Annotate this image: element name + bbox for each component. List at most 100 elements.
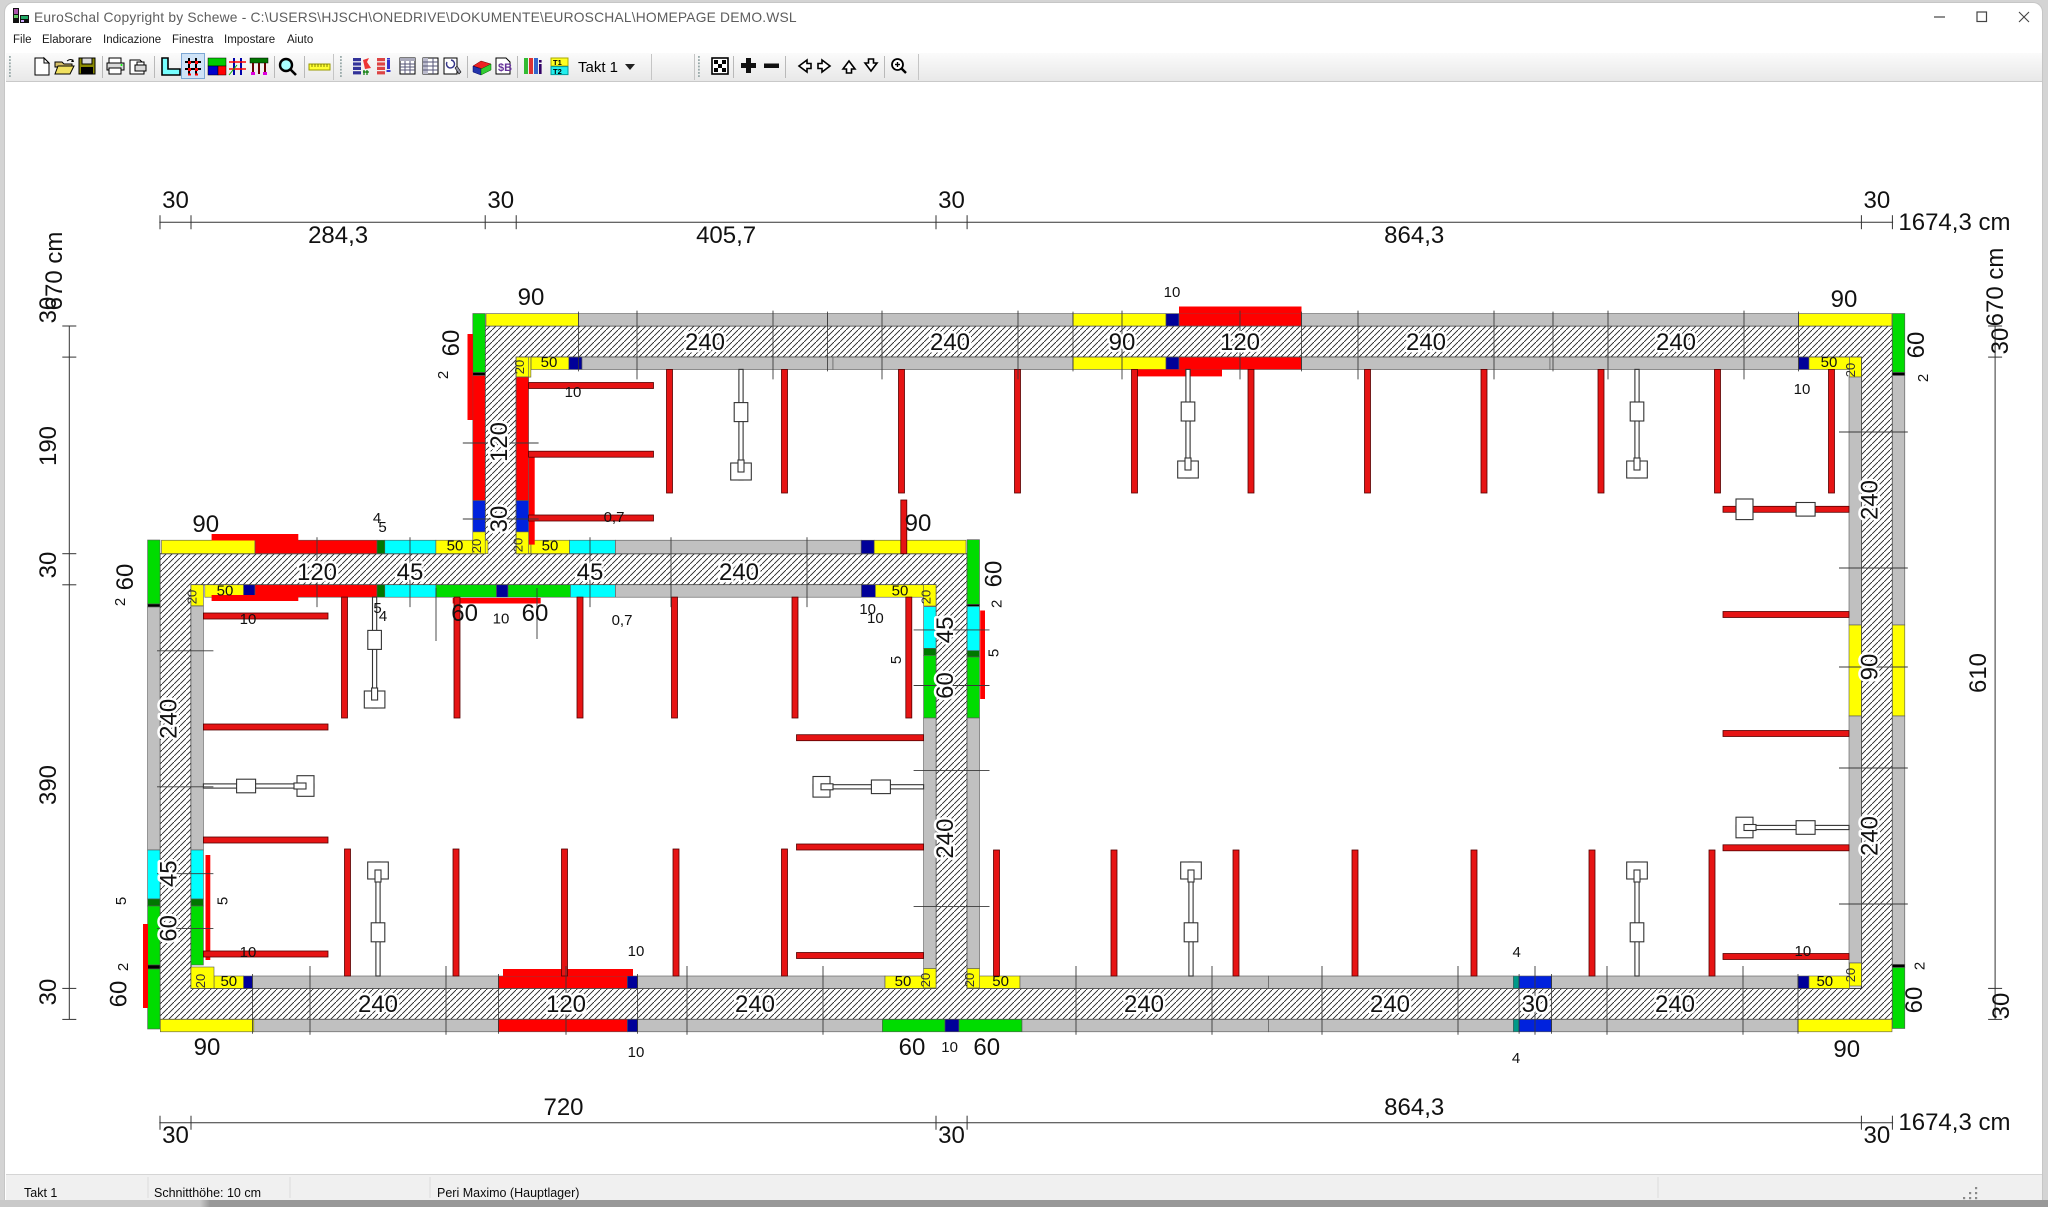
svg-text:5: 5: [985, 649, 1002, 657]
svg-text:60: 60: [899, 1034, 926, 1061]
svg-text:1674,3 cm: 1674,3 cm: [1898, 1109, 2010, 1136]
svg-text:10: 10: [240, 611, 257, 628]
svg-text:30: 30: [1864, 1122, 1891, 1149]
svg-text:60: 60: [973, 1034, 1000, 1061]
svg-text:10: 10: [565, 384, 582, 401]
svg-text:5: 5: [888, 656, 905, 664]
svg-text:240: 240: [156, 699, 183, 739]
svg-text:60: 60: [1903, 332, 1930, 359]
svg-text:50: 50: [217, 583, 234, 600]
svg-text:5: 5: [378, 519, 386, 536]
svg-text:240: 240: [1370, 991, 1410, 1018]
svg-text:240: 240: [1124, 991, 1164, 1018]
svg-text:10: 10: [628, 943, 645, 960]
svg-text:60: 60: [156, 915, 183, 942]
svg-text:4: 4: [379, 608, 387, 625]
svg-text:Takt 1: Takt 1: [578, 59, 618, 76]
svg-text:0,7: 0,7: [604, 509, 625, 526]
svg-text:50: 50: [892, 583, 909, 600]
svg-text:5: 5: [215, 897, 232, 905]
svg-text:30: 30: [487, 187, 514, 214]
svg-text:240: 240: [1857, 480, 1884, 520]
svg-text:120: 120: [486, 422, 513, 462]
svg-text:30: 30: [35, 552, 62, 579]
svg-text:20: 20: [1843, 363, 1858, 377]
svg-text:50: 50: [220, 973, 237, 990]
svg-text:20: 20: [193, 974, 208, 988]
svg-text:10: 10: [1795, 943, 1812, 960]
svg-text:30: 30: [1988, 993, 2015, 1020]
svg-text:45: 45: [397, 559, 424, 586]
svg-text:10: 10: [1794, 381, 1811, 398]
svg-text:60: 60: [1901, 987, 1928, 1014]
svg-text:45: 45: [932, 617, 959, 644]
svg-text:240: 240: [1656, 329, 1696, 356]
svg-text:240: 240: [1857, 816, 1884, 856]
svg-text:240: 240: [1655, 991, 1695, 1018]
svg-text:$B: $B: [498, 62, 512, 74]
svg-text:50: 50: [542, 538, 559, 555]
svg-text:720: 720: [543, 1094, 583, 1121]
svg-text:20: 20: [962, 973, 977, 987]
svg-text:45: 45: [156, 860, 183, 887]
svg-text:45: 45: [577, 559, 604, 586]
svg-text:90: 90: [1109, 329, 1136, 356]
svg-text:240: 240: [1406, 329, 1446, 356]
svg-text:10: 10: [867, 610, 884, 627]
svg-text:670 cm: 670 cm: [1982, 248, 2009, 327]
svg-text:90: 90: [518, 284, 545, 311]
svg-text:864,3: 864,3: [1384, 222, 1444, 249]
svg-text:4: 4: [1513, 944, 1521, 961]
svg-text:240: 240: [685, 329, 725, 356]
svg-text:2: 2: [112, 598, 129, 606]
svg-text:90: 90: [1831, 286, 1858, 313]
svg-text:240: 240: [930, 329, 970, 356]
svg-text:90: 90: [905, 510, 932, 537]
svg-text:60: 60: [981, 561, 1008, 588]
svg-text:30: 30: [938, 187, 965, 214]
svg-text:120: 120: [546, 991, 586, 1018]
svg-text:10: 10: [240, 944, 257, 961]
svg-text:60: 60: [112, 564, 139, 591]
svg-text:10: 10: [1164, 284, 1181, 301]
svg-text:T1: T1: [553, 58, 562, 67]
svg-text:50: 50: [895, 973, 912, 990]
svg-text:90: 90: [192, 511, 219, 538]
svg-text:30: 30: [1522, 991, 1549, 1018]
svg-text:30: 30: [486, 506, 513, 533]
svg-text:50: 50: [1816, 973, 1833, 990]
svg-text:20: 20: [1843, 968, 1858, 982]
svg-text:20: 20: [919, 590, 934, 604]
svg-text:30: 30: [162, 1122, 189, 1149]
svg-text:864,3: 864,3: [1384, 1094, 1444, 1121]
svg-text:240: 240: [932, 819, 959, 859]
svg-text:405,7: 405,7: [696, 222, 756, 249]
svg-text:120: 120: [1220, 329, 1260, 356]
svg-text:50: 50: [541, 354, 558, 371]
svg-text:10: 10: [941, 1039, 958, 1056]
svg-text:50: 50: [447, 538, 464, 555]
svg-text:240: 240: [358, 991, 398, 1018]
svg-text:20: 20: [511, 538, 526, 552]
svg-text:20: 20: [918, 973, 933, 987]
svg-text:30: 30: [35, 297, 62, 324]
svg-text:2: 2: [1915, 374, 1932, 382]
svg-text:10: 10: [628, 1044, 645, 1061]
svg-text:60: 60: [438, 330, 465, 357]
svg-text:1674,3 cm: 1674,3 cm: [1898, 209, 2010, 236]
svg-text:0,7: 0,7: [612, 612, 633, 629]
svg-text:5: 5: [113, 897, 130, 905]
svg-text:20: 20: [469, 539, 484, 553]
svg-text:120: 120: [297, 559, 337, 586]
svg-text:390: 390: [35, 765, 62, 805]
svg-text:4: 4: [1512, 1050, 1520, 1067]
svg-text:610: 610: [1965, 653, 1992, 693]
svg-text:2: 2: [989, 600, 1006, 608]
svg-text:30: 30: [162, 187, 189, 214]
svg-text:2: 2: [115, 963, 132, 971]
svg-text:50: 50: [1821, 354, 1838, 371]
svg-text:190: 190: [35, 426, 62, 466]
svg-text:2: 2: [435, 371, 452, 379]
svg-text:284,3: 284,3: [308, 222, 368, 249]
svg-text:10: 10: [493, 611, 510, 628]
